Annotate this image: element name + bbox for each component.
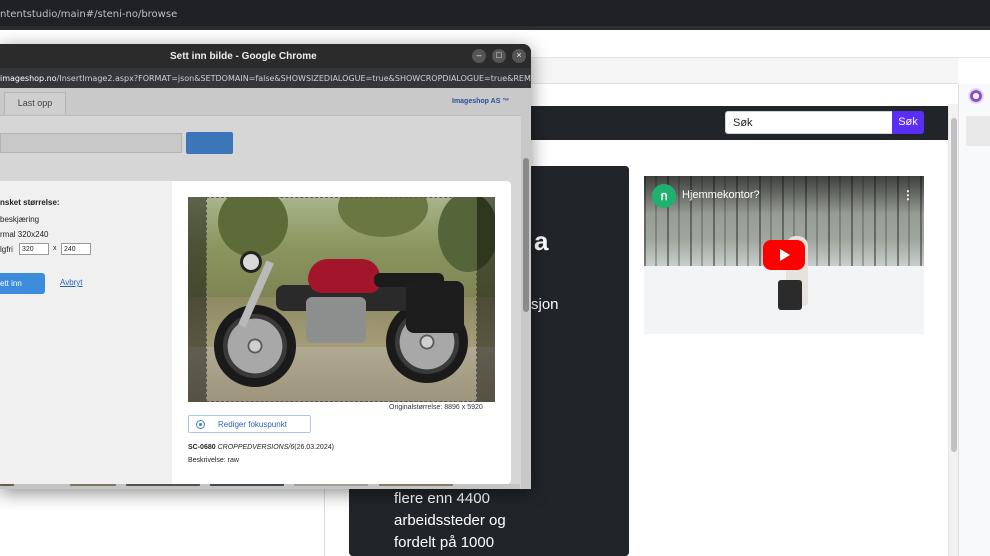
hero-line: fordelt på 1000: [394, 534, 495, 551]
hero-line: arbeidssteder og: [394, 512, 506, 529]
vertical-dots-icon[interactable]: ⋮: [902, 188, 914, 202]
insert-button[interactable]: ett inn: [0, 273, 45, 294]
original-size: Originalstørrelse: 8896 x 5920: [389, 404, 483, 411]
image-date: (26.03.2024): [294, 444, 334, 451]
times-sign: x: [53, 245, 57, 252]
size-options-panel: nsket størrelse: beskjæring rmal 320x240…: [0, 181, 172, 484]
side-panel-box: [966, 116, 990, 146]
extension-icon[interactable]: [968, 88, 984, 104]
crop-box[interactable]: [206, 197, 477, 402]
option-normal-size[interactable]: rmal 320x240: [0, 230, 48, 239]
channel-logo-icon[interactable]: ก: [652, 184, 676, 208]
hero-line: flere enn 4400: [394, 490, 490, 507]
maximize-icon[interactable]: □: [492, 49, 506, 63]
insert-button-label: ett inn: [0, 279, 22, 288]
image-crop-preview[interactable]: [188, 197, 495, 402]
crop-shade-right: [477, 197, 495, 402]
youtube-play-icon[interactable]: [763, 240, 805, 270]
dialog-toolbar: Last opp Imageshop AS ™: [0, 88, 521, 116]
hero-body-text: flere enn 4400 arbeidssteder og fordelt …: [394, 488, 614, 554]
window-title: Sett inn bilde - Google Chrome: [170, 51, 317, 62]
dialog-scrollbar[interactable]: [521, 88, 531, 489]
youtube-embed[interactable]: ก Hjemmekontor? ⋮: [644, 176, 924, 334]
image-meta: SC-0680 CROPPEDVERSIONS/6(26.03.2024): [188, 444, 334, 451]
dialog-body: Last opp Imageshop AS ™ nsket størrelse:…: [0, 88, 531, 489]
bg-search-button: [186, 132, 233, 154]
video-title[interactable]: Hjemmekontor?: [682, 189, 760, 201]
page-scrollbar-thumb[interactable]: [951, 118, 957, 452]
size-label: nsket størrelse:: [0, 198, 60, 207]
edit-focus-point-button[interactable]: Rediger fokuspunkt: [188, 415, 311, 433]
window-url-domain: imageshop.no: [0, 74, 57, 83]
right-side-panel: [958, 84, 990, 556]
height-input[interactable]: [61, 243, 91, 255]
width-input[interactable]: [19, 243, 49, 255]
cancel-link[interactable]: Avbryt: [60, 278, 83, 287]
window-titlebar[interactable]: Sett inn bilde - Google Chrome – □ ×: [0, 44, 531, 68]
window-urlbar[interactable]: imageshop.no/InsertImage2.aspx?FORMAT=js…: [0, 68, 531, 88]
minimize-icon[interactable]: –: [472, 49, 486, 63]
option-custom-size[interactable]: lgfri: [0, 245, 13, 254]
bg-search-field: [0, 133, 182, 153]
option-no-crop[interactable]: beskjæring: [0, 215, 39, 224]
focus-point-icon: [196, 420, 205, 429]
window-url-path: /InsertImage2.aspx?FORMAT=json&SETDOMAIN…: [56, 74, 531, 83]
window-url[interactable]: imageshop.no/InsertImage2.aspx?FORMAT=js…: [0, 74, 531, 83]
image-code: SC-0680: [188, 444, 216, 451]
tab-last-upload[interactable]: Last opp: [4, 92, 66, 114]
insert-image-window: Sett inn bilde - Google Chrome – □ × ima…: [0, 44, 531, 489]
search-button[interactable]: Søk: [892, 111, 924, 134]
hero-text-fragment: sjon: [531, 296, 559, 313]
imageshop-link[interactable]: Imageshop AS ™: [452, 98, 509, 105]
image-settings-modal: nsket størrelse: beskjæring rmal 320x240…: [0, 181, 511, 484]
page-scrollbar[interactable]: [948, 104, 958, 556]
close-icon[interactable]: ×: [512, 49, 526, 63]
crop-shade-left: [188, 197, 206, 402]
browser-url[interactable]: ntentstudio/main#/steni-no/browse: [0, 9, 177, 20]
edit-focus-point-label: Rediger fokuspunkt: [218, 420, 287, 429]
video-person-legs: [778, 280, 802, 310]
image-version: CROPPEDVERSIONS/6: [217, 444, 295, 451]
hero-heading-fragment: a: [534, 226, 549, 256]
search-input[interactable]: [725, 111, 893, 134]
dialog-scrollbar-thumb[interactable]: [523, 158, 529, 312]
image-description: Beskrivelse: raw: [188, 457, 239, 464]
